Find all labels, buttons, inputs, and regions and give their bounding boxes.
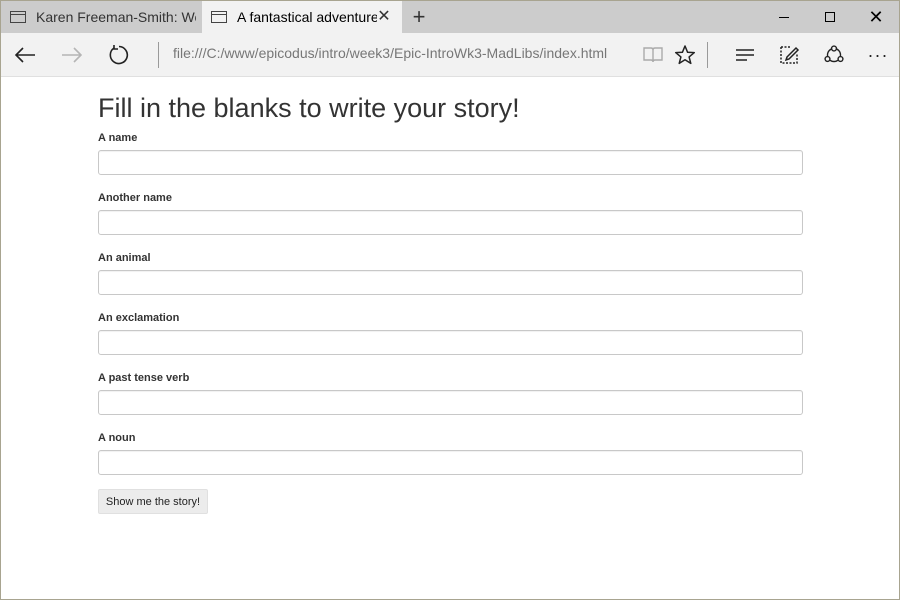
back-button[interactable] [9, 39, 41, 71]
field-label: A noun [98, 432, 136, 444]
page-icon [211, 11, 227, 23]
maximize-icon [825, 12, 835, 22]
pen-icon [780, 46, 800, 64]
tab-title: Karen Freeman-Smith: Web [36, 9, 196, 25]
noun-input[interactable] [98, 450, 803, 475]
new-tab-button[interactable]: + [404, 1, 434, 33]
address-separator [158, 42, 159, 68]
minimize-icon [779, 16, 789, 18]
toolbar-separator [707, 42, 708, 68]
past-tense-verb-input[interactable] [98, 390, 803, 415]
tab-fantastical-adventure[interactable]: A fantastical adventure ✕ [202, 1, 402, 33]
another-name-input[interactable] [98, 210, 803, 235]
address-bar[interactable]: file:///C:/www/epicodus/intro/week3/Epic… [173, 45, 633, 61]
field-label: An exclamation [98, 312, 180, 324]
refresh-button[interactable] [103, 39, 135, 71]
browser-window: Karen Freeman-Smith: Web A fantastical a… [0, 0, 900, 600]
reading-view-button[interactable] [637, 39, 669, 71]
page-title: Fill in the blanks to write your story! [98, 93, 520, 123]
story-form: A name Another name An animal An exclama… [98, 131, 804, 514]
tab-close-icon[interactable]: ✕ [376, 9, 392, 25]
page-content: Fill in the blanks to write your story! … [98, 78, 804, 514]
refresh-icon [109, 45, 129, 65]
close-window-button[interactable]: ✕ [853, 1, 899, 33]
navigation-bar: file:///C:/www/epicodus/intro/week3/Epic… [1, 33, 899, 77]
tab-karen-freeman-smith[interactable]: Karen Freeman-Smith: Web [1, 1, 201, 33]
page-icon [10, 11, 26, 23]
field-group-noun: A noun [98, 431, 804, 475]
maximize-button[interactable] [807, 1, 853, 33]
favorite-button[interactable] [669, 39, 701, 71]
show-story-button[interactable]: Show me the story! [98, 489, 208, 514]
minimize-button[interactable] [761, 1, 807, 33]
hub-button[interactable] [729, 39, 761, 71]
field-label: Another name [98, 192, 172, 204]
hub-icon [736, 49, 754, 61]
forward-arrow-icon [62, 47, 83, 63]
share-button[interactable] [818, 39, 850, 71]
field-group-name: A name [98, 131, 804, 175]
field-group-exclamation: An exclamation [98, 311, 804, 355]
field-group-animal: An animal [98, 251, 804, 295]
exclamation-input[interactable] [98, 330, 803, 355]
book-icon [643, 47, 663, 63]
more-icon: ··· [867, 44, 889, 65]
name-input[interactable] [98, 150, 803, 175]
close-icon: ✕ [868, 7, 884, 27]
star-icon [674, 45, 696, 65]
tab-strip: Karen Freeman-Smith: Web A fantastical a… [1, 1, 899, 33]
web-note-button[interactable] [773, 39, 805, 71]
field-label: An animal [98, 252, 151, 264]
forward-button[interactable] [56, 39, 88, 71]
more-button[interactable]: ··· [862, 39, 894, 71]
field-group-another-name: Another name [98, 191, 804, 235]
share-icon [824, 45, 844, 63]
field-group-past-tense-verb: A past tense verb [98, 371, 804, 415]
field-label: A name [98, 132, 138, 144]
animal-input[interactable] [98, 270, 803, 295]
tab-title: A fantastical adventure [237, 9, 377, 25]
field-label: A past tense verb [98, 372, 190, 384]
back-arrow-icon [14, 47, 35, 63]
